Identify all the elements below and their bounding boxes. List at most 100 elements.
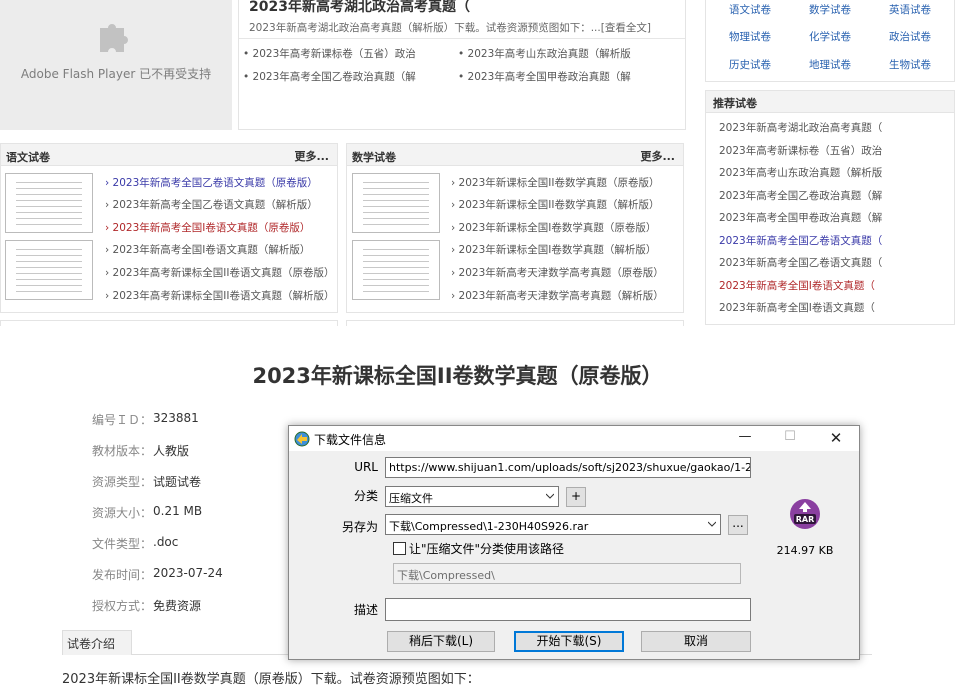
paper-thumbnail[interactable]: [352, 173, 440, 233]
article-desc: 2023年新高考湖北政治高考真题（解析版）下载。试卷资源预览图如下：...[查看…: [249, 22, 651, 34]
path-field: 下载\Compressed\: [393, 563, 741, 584]
saveas-label: 另存为: [341, 520, 378, 534]
tab-intro[interactable]: 试卷介绍: [62, 630, 132, 655]
paper-thumbnail[interactable]: [5, 173, 93, 233]
paper-thumbnail[interactable]: [352, 240, 440, 300]
field-value: 试题试卷: [153, 475, 202, 489]
minimize-icon[interactable]: —: [735, 429, 755, 447]
field-label: 资源类型：: [92, 475, 153, 489]
paper-link[interactable]: › 2023年新课标全国I卷数学真题（原卷版）: [451, 220, 656, 235]
paper-link[interactable]: › 2023年新课标全国II卷数学真题（原卷版）: [451, 175, 659, 190]
article-title[interactable]: 2023年新高考湖北政治高考真题（: [249, 0, 470, 16]
panel-title: 语文试卷: [6, 151, 50, 164]
more-link[interactable]: 更多...: [294, 148, 329, 164]
subject-link[interactable]: 语文试卷: [729, 2, 771, 17]
recommend-item[interactable]: 2023年新高考全国I卷语文真题（: [719, 278, 875, 293]
field-label: 编号ＩＤ：: [92, 413, 153, 427]
divider: [346, 320, 684, 326]
recommend-item[interactable]: 2023年高考新课标卷（五省）政治: [719, 143, 882, 158]
desc-label: 描述: [353, 603, 378, 617]
category-value: 压缩文件: [389, 492, 433, 505]
subject-link[interactable]: 历史试卷: [729, 57, 771, 72]
recommend-title: 推荐试卷: [706, 91, 954, 113]
recommend-item[interactable]: 2023年高考山东政治真题（解析版: [719, 165, 882, 180]
url-label: URL: [354, 460, 378, 474]
flash-placeholder: Adobe Flash Player 已不再受支持: [0, 0, 232, 130]
field-label: 资源大小：: [92, 506, 153, 520]
start-download-button[interactable]: 开始下载(S): [514, 631, 624, 652]
paper-thumbnail[interactable]: [5, 240, 93, 300]
category-label: 分类: [353, 489, 378, 503]
add-category-button[interactable]: +: [566, 487, 586, 507]
puzzle-icon: [100, 24, 128, 52]
saveas-value: 下载\Compressed\1-230H40S926.rar: [389, 520, 589, 533]
paper-link[interactable]: › 2023年高考新课标全国II卷语文真题（原卷版）: [105, 265, 334, 280]
field-value: 免费资源: [153, 599, 202, 613]
subject-link[interactable]: 数学试卷: [809, 2, 851, 17]
cancel-button[interactable]: 取消: [641, 631, 751, 652]
field-label: 授权方式：: [92, 599, 153, 613]
field-value: 0.21 MB: [153, 504, 203, 518]
paper-link[interactable]: › 2023年新高考天津数学高考真题（解析版）: [451, 288, 664, 303]
recommend-panel: 推荐试卷 2023年新高考湖北政治高考真题（ 2023年高考新课标卷（五省）政治…: [705, 90, 955, 325]
field-value: 人教版: [153, 444, 190, 458]
use-path-checkbox[interactable]: [393, 542, 406, 555]
paper-link[interactable]: › 2023年新高考全国乙卷语文真题（解析版）: [105, 197, 318, 212]
rar-file-icon: [790, 499, 820, 529]
saveas-select[interactable]: 下载\Compressed\1-230H40S926.rar: [385, 514, 721, 535]
chinese-panel: 语文试卷 更多... › 2023年新高考全国乙卷语文真题（原卷版） › 202…: [0, 143, 338, 313]
more-link[interactable]: 更多...: [640, 148, 675, 164]
intro-text: 2023年新课标全国II卷数学真题（原卷版）下载。试卷资源预览图如下：: [62, 672, 480, 687]
field-label: 教材版本：: [92, 444, 153, 458]
subject-link[interactable]: 化学试卷: [809, 29, 851, 44]
close-icon[interactable]: ✕: [826, 429, 846, 447]
article-link[interactable]: • 2023年高考全国乙卷政治真题（解: [243, 69, 416, 84]
subject-link[interactable]: 地理试卷: [809, 57, 851, 72]
article-link[interactable]: • 2023年高考新课标卷（五省）政治: [243, 46, 416, 61]
dialog-title: 下载文件信息: [314, 433, 387, 447]
paper-link[interactable]: › 2023年新课标全国II卷数学真题（解析版）: [451, 197, 659, 212]
paper-link[interactable]: › 2023年新高考全国乙卷语文真题（原卷版）: [105, 175, 318, 190]
dialog-titlebar[interactable]: 下载文件信息 — ☐ ✕: [289, 426, 859, 451]
page-title: 2023年新课标全国II卷数学真题（原卷版）: [252, 364, 663, 388]
paper-link[interactable]: › 2023年新高考天津数学高考真题（原卷版）: [451, 265, 664, 280]
recommend-item[interactable]: 2023年新高考全国乙卷语文真题（: [719, 255, 882, 270]
subject-link[interactable]: 物理试卷: [729, 29, 771, 44]
file-size: 214.97 KB: [776, 544, 834, 557]
url-field[interactable]: https://www.shijuan1.com/uploads/soft/sj…: [385, 457, 751, 478]
top-article: 2023年新高考湖北政治高考真题（ 2023年新高考湖北政治高考真题（解析版）下…: [238, 0, 686, 130]
paper-link[interactable]: › 2023年新高考全国I卷语文真题（原卷版）: [105, 220, 310, 235]
recommend-item[interactable]: 2023年新高考湖北政治高考真题（: [719, 120, 882, 135]
category-select[interactable]: 压缩文件: [385, 486, 559, 507]
field-value: 2023-07-24: [153, 566, 223, 580]
field-label: 文件类型：: [92, 537, 153, 551]
field-label: 发布时间：: [92, 568, 153, 582]
paper-link[interactable]: › 2023年高考新课标全国II卷语文真题（解析版）: [105, 288, 334, 303]
use-path-label: 让"压缩文件"分类使用该路径: [409, 542, 565, 556]
subject-link[interactable]: 生物试卷: [889, 57, 931, 72]
desc-field[interactable]: [385, 598, 751, 621]
recommend-item[interactable]: 2023年高考全国乙卷政治真题（解: [719, 188, 882, 203]
recommend-item[interactable]: 2023年新高考全国乙卷语文真题（: [719, 233, 882, 248]
field-value: .doc: [153, 535, 179, 549]
rar-file-label: RAR: [795, 515, 815, 524]
paper-link[interactable]: › 2023年新高考全国I卷语文真题（解析版）: [105, 242, 310, 257]
panel-title: 数学试卷: [352, 151, 396, 164]
paper-link[interactable]: › 2023年新课标全国I卷数学真题（解析版）: [451, 242, 656, 257]
recommend-item[interactable]: 2023年新高考全国I卷语文真题（: [719, 300, 875, 315]
recommend-item[interactable]: 2023年高考全国甲卷政治真题（解: [719, 210, 882, 225]
maximize-icon[interactable]: ☐: [780, 429, 800, 447]
subject-grid: 语文试卷 数学试卷 英语试卷 物理试卷 化学试卷 政治试卷 历史试卷 地理试卷 …: [705, 0, 955, 82]
subject-link[interactable]: 政治试卷: [889, 29, 931, 44]
flash-message: Adobe Flash Player 已不再受支持: [20, 67, 212, 81]
article-link[interactable]: • 2023年高考山东政治真题（解析版: [458, 46, 631, 61]
subject-link[interactable]: 英语试卷: [889, 2, 931, 17]
download-dialog: 下载文件信息 — ☐ ✕ URL https://www.shijuan1.co…: [288, 425, 860, 660]
download-later-button[interactable]: 稍后下载(L): [387, 631, 495, 652]
article-link[interactable]: • 2023年高考全国甲卷政治真题（解: [458, 69, 631, 84]
math-panel: 数学试卷 更多... › 2023年新课标全国II卷数学真题（原卷版） › 20…: [346, 143, 684, 313]
browse-button[interactable]: ...: [728, 515, 748, 535]
chevron-down-icon: [546, 493, 554, 499]
divider: [0, 320, 338, 326]
download-manager-icon: [294, 431, 310, 447]
